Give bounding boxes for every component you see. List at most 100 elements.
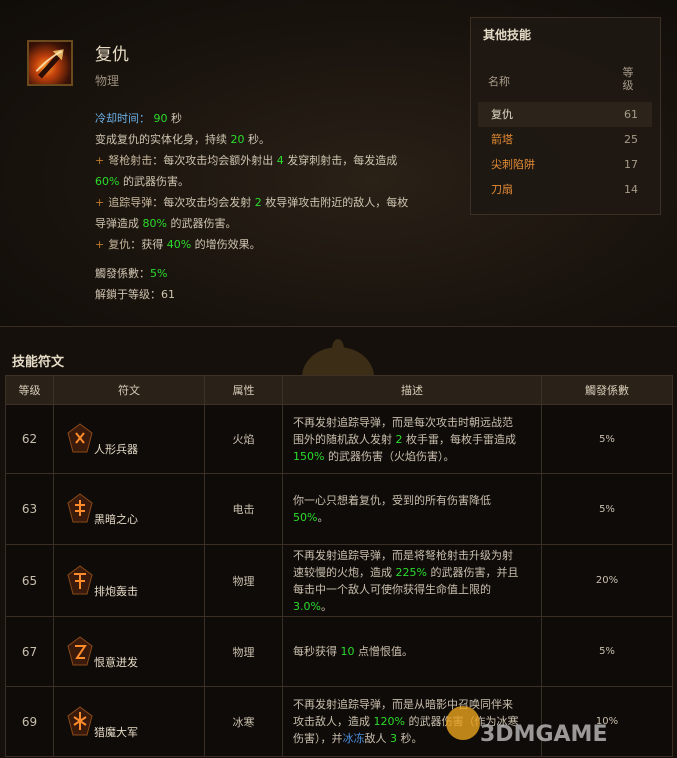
proc-coefficient: 觸發係數：5% xyxy=(95,263,175,284)
desc-text: 速较慢的火炮，造成 xyxy=(293,565,392,579)
crossbow-row-2: 60% 的武器伤害。 xyxy=(95,171,455,192)
desc-text: 。 xyxy=(317,511,329,524)
rune-attribute: 物理 xyxy=(204,616,283,687)
rune-cell: 猎魔大军 xyxy=(53,686,205,757)
other-skills-list: 复仇 61 箭塔 25 尖刺陷阱 17 刀扇 14 xyxy=(478,102,652,202)
desc-text: 。 xyxy=(320,599,332,613)
rune-level: 62 xyxy=(5,404,54,474)
desc-text: 敌人 xyxy=(364,732,387,745)
crossbow-text-3: 的武器伤害。 xyxy=(122,175,189,188)
other-skill-level: 14 xyxy=(624,183,638,196)
rune-level: 65 xyxy=(5,544,54,617)
desc-text: 不再发射追踪导弹，而是将弩枪射击升级为射 xyxy=(293,548,513,562)
rune-attribute: 火焰 xyxy=(204,404,283,474)
watermark-logo-icon xyxy=(446,706,480,740)
table-row: 65 排炮轰击 物理 不再发射追踪导弹，而是将弩枪射击升级为射 速较慢的火炮，造… xyxy=(5,544,673,617)
other-skill-item[interactable]: 刀扇 14 xyxy=(478,177,652,202)
other-skill-name[interactable]: 复仇 xyxy=(491,108,513,121)
desc-text: 枚手雷，每枚手雷造成 xyxy=(406,432,516,446)
other-skill-name[interactable]: 箭塔 xyxy=(491,133,513,146)
crossbow-text: ：每次攻击均会额外射出 xyxy=(152,154,274,167)
rune-proc: 5% xyxy=(541,616,673,687)
unlock-label: 解鎖于等级： xyxy=(95,288,161,301)
proc-label: 觸發係數： xyxy=(95,267,150,280)
desc-text: 点憎恨值。 xyxy=(358,645,413,658)
other-skill-item[interactable]: 复仇 61 xyxy=(478,102,652,127)
vengeance-row: + 复仇：获得 40% 的增伤效果。 xyxy=(95,234,455,255)
col-header-proc: 觸發係數 xyxy=(541,375,673,405)
rune-name: 排炮轰击 xyxy=(94,584,138,598)
unlock-level: 解鎖于等级：61 xyxy=(95,284,175,305)
rune-cell: 排炮轰击 xyxy=(53,544,205,617)
desc-keyword: 冰冻 xyxy=(342,732,365,745)
skill-meta: 觸發係數：5% 解鎖于等级：61 xyxy=(95,263,175,305)
crossbow-value: 4 xyxy=(276,154,284,167)
rune-level: 69 xyxy=(5,686,54,757)
other-skill-name[interactable]: 尖刺陷阱 xyxy=(491,158,535,171)
other-skill-level: 17 xyxy=(624,158,638,171)
rune-icon xyxy=(67,493,93,523)
desc-text: 不再发射追踪导弹，而是每次攻击时朝远战范 xyxy=(293,415,513,429)
other-skill-item[interactable]: 箭塔 25 xyxy=(478,127,652,152)
cooldown-unit: 秒 xyxy=(171,112,182,125)
vengeance-skill-icon xyxy=(27,40,73,86)
desc-text: 秒。 xyxy=(400,732,423,745)
rune-cell: 恨意迸发 xyxy=(53,616,205,687)
col-header-rune: 符文 xyxy=(53,375,205,405)
homing-label: 追踪导弹 xyxy=(108,196,153,209)
other-skills-header-level: 等级 xyxy=(622,66,634,92)
other-skill-item[interactable]: 尖刺陷阱 17 xyxy=(478,152,652,177)
runes-table: 等级 符文 属性 描述 觸發係數 62 人形兵器 火焰 不再发射追踪导弹，而是每… xyxy=(5,375,673,757)
desc-value: 120% xyxy=(373,715,405,728)
cooldown-row: 冷却时间： 90 秒 xyxy=(95,108,455,129)
other-skills-title: 其他技能 xyxy=(483,28,532,42)
bullet-icon: + xyxy=(95,154,105,167)
proc-value: 5% xyxy=(150,267,168,280)
col-header-attribute: 属性 xyxy=(204,375,283,405)
rune-icon xyxy=(67,635,93,665)
vengeance-label: 复仇 xyxy=(108,238,131,251)
homing-text-2: 枚导弹攻击附近的敌人，每枚 xyxy=(265,196,409,209)
rune-level: 63 xyxy=(5,473,54,545)
rune-cell: 黑暗之心 xyxy=(53,473,205,545)
desc-text: 你一心只想着复仇，受到的所有伤害降低 xyxy=(293,494,491,507)
rune-icon xyxy=(67,423,93,453)
desc-value: 225% xyxy=(395,565,427,579)
homing-text-4: 的武器伤害。 xyxy=(170,217,237,230)
homing-row-2: 导弹造成 80% 的武器伤害。 xyxy=(95,213,455,234)
rune-attribute: 物理 xyxy=(204,544,283,617)
desc-value: 3 xyxy=(390,732,397,745)
rune-proc: 5% xyxy=(541,473,673,545)
rune-name: 黑暗之心 xyxy=(94,513,138,526)
desc-value: 3.0% xyxy=(293,599,321,613)
desc-value: 10 xyxy=(340,645,355,658)
desc-value: 150% xyxy=(293,449,325,463)
desc-value: 2 xyxy=(395,432,403,446)
rune-proc: 5% xyxy=(541,404,673,474)
table-row: 63 黑暗之心 电击 你一心只想着复仇，受到的所有伤害降低 50%。 5% xyxy=(5,473,673,545)
vengeance-text: ：获得 xyxy=(130,238,164,251)
desc-text: 伤害），并 xyxy=(293,732,343,745)
desc-text: 攻击敌人，造成 xyxy=(293,715,370,728)
vengeance-pct: 40% xyxy=(166,238,192,251)
desc-text: 的武器伤害，并且 xyxy=(430,565,519,579)
duration-suffix: 秒。 xyxy=(248,133,270,146)
cooldown-label: 冷却时间： xyxy=(95,112,150,125)
duration-row: 变成复仇的实体化身，持续 20 秒。 xyxy=(95,129,455,150)
rune-cell: 人形兵器 xyxy=(53,404,205,474)
homing-text-3: 导弹造成 xyxy=(95,217,139,230)
crossbow-text-2: 发穿刺射击，每发造成 xyxy=(287,154,398,167)
rune-name: 人形兵器 xyxy=(94,443,138,456)
skill-damage-type: 物理 xyxy=(95,74,120,88)
unlock-value: 61 xyxy=(161,288,175,301)
runes-header-row: 等级 符文 属性 描述 觸發係數 xyxy=(5,375,673,405)
other-skill-level: 61 xyxy=(624,108,638,121)
rune-name: 恨意迸发 xyxy=(94,655,138,669)
crossbow-label: 弩枪射击 xyxy=(108,154,153,167)
homing-value: 2 xyxy=(254,196,262,209)
other-skill-level: 25 xyxy=(624,133,638,146)
other-skill-name[interactable]: 刀扇 xyxy=(491,183,513,196)
rune-name: 猎魔大军 xyxy=(94,725,138,739)
cooldown-value: 90 xyxy=(153,112,168,125)
crossbow-row: + 弩枪射击：每次攻击均会额外射出 4 发穿刺射击，每发造成 xyxy=(95,150,455,171)
